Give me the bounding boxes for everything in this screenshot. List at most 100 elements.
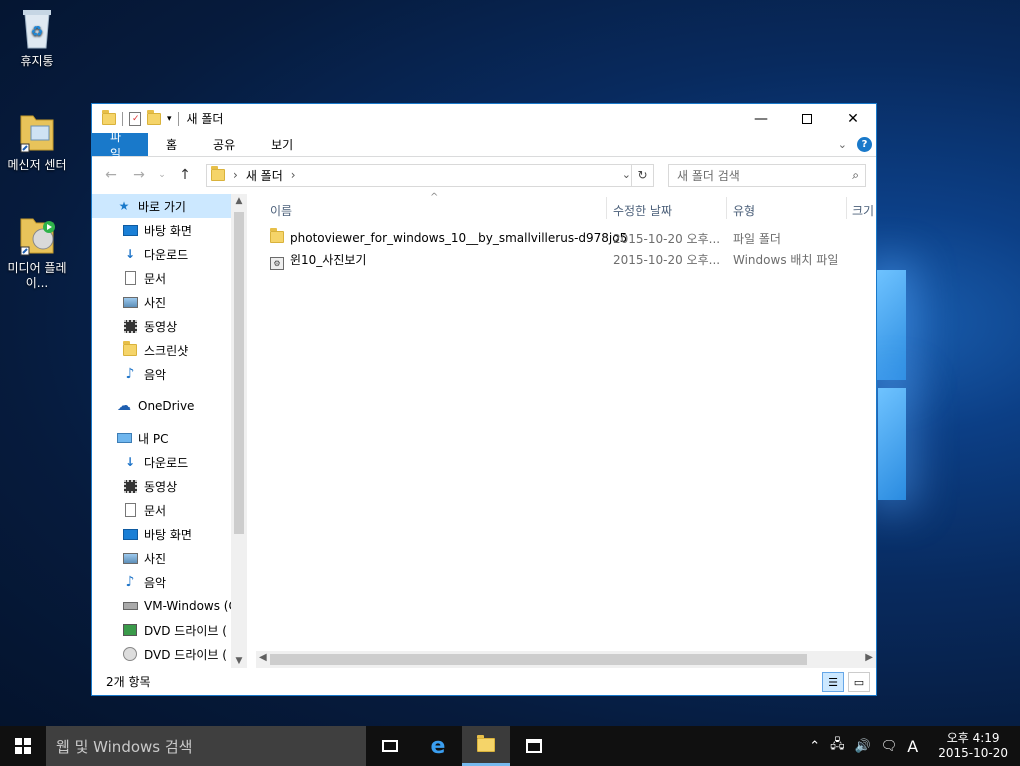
file-modified: 2015-10-20 오후... [613,232,721,246]
back-button[interactable]: ← [100,167,122,183]
window-title: 새 폴더 [186,112,224,126]
nav-onedrive[interactable]: ☁ OneDrive [92,394,247,418]
nav-item-pictures[interactable]: 사진📌 [92,290,247,314]
pictures-icon [122,551,138,565]
taskbar-search-placeholder: 웹 및 Windows 검색 [56,737,193,756]
media-player-label: 미디어 플레이... [7,261,67,290]
video-icon [122,319,138,333]
maximize-button[interactable] [784,104,830,133]
table-row[interactable]: photoviewer_for_windows_10__by_smallvill… [256,227,876,248]
batch-file-icon: ⚙ [270,257,284,270]
customize-qat-icon[interactable]: ▾ [167,114,172,124]
nav-item-screenshots[interactable]: 스크린샷 [92,338,247,362]
tab-view[interactable]: 보기 [253,133,311,156]
ime-indicator[interactable]: A [907,737,918,756]
star-icon: ★ [118,199,130,213]
up-button[interactable]: ↑ [174,167,196,183]
nav-item-videos[interactable]: 동영상 [92,314,247,338]
nav-item-drive-c[interactable]: VM-Windows (C [92,594,247,618]
file-modified: 2015-10-20 오후... [613,253,721,267]
music-icon: ♪ [125,574,135,590]
column-size[interactable]: 크기 [852,202,874,219]
nav-quick-access[interactable]: ★ 바로 가기 [92,194,247,218]
clock[interactable]: 오후 4:19 2015-10-20 [938,731,1008,761]
recent-locations-button[interactable]: ⌄ [156,170,168,180]
nav-item-dvd-drive-1[interactable]: DVD 드라이브 ( [92,618,247,642]
download-icon: ↓ [124,455,136,469]
action-center-icon[interactable]: 🗨 [881,739,898,754]
file-explorer-window: ✓ ▾ 새 폴더 — ✕ 파일 홈 공유 보기 ⌄ ? ← → ⌄ ↑ › 새 … [91,103,877,696]
video-icon [122,479,138,493]
ribbon-tabs: 파일 홈 공유 보기 ⌄ ? [92,130,876,161]
nav-item-downloads[interactable]: ↓ 다운로드📌 [92,242,247,266]
table-row[interactable]: ⚙ 윈10_사진보기 2015-10-20 오후... Windows 배치 파일 [256,248,876,270]
file-list: ^ 이름 수정한 날짜 유형 크기 photoviewer_for_window… [256,192,876,668]
nav-item-pc-pictures[interactable]: 사진 [92,546,247,570]
chevron-up-icon[interactable]: ⌃ [809,739,820,754]
refresh-button[interactable]: ↻ [631,164,653,186]
edge-browser-button[interactable]: e [414,726,462,766]
h-scroll-thumb[interactable] [270,654,807,665]
recycle-bin-icon[interactable]: ♻ 휴지통 [2,6,72,69]
download-icon: ↓ [124,247,136,261]
scroll-right-icon[interactable]: ▶ [865,652,873,663]
close-button[interactable]: ✕ [830,104,876,133]
new-folder-icon[interactable] [147,109,161,125]
clock-time: 오후 4:19 [946,731,1000,745]
windows-logo-wallpaper [876,240,1016,520]
nav-scroll-thumb[interactable] [234,212,244,534]
nav-item-pc-music[interactable]: ♪ 음악 [92,570,247,594]
media-player-icon[interactable]: 미디어 플레이... [2,213,72,291]
document-icon [122,503,138,517]
disc-icon [122,647,138,661]
file-explorer-button[interactable] [462,726,510,766]
nav-this-pc[interactable]: 내 PC [92,426,247,450]
nav-item-desktop[interactable]: 바탕 화면📌 [92,218,247,242]
nav-item-dvd-drive-2[interactable]: DVD 드라이브 ( [92,642,247,666]
expand-ribbon-icon[interactable]: ⌄ [838,138,847,151]
breadcrumb[interactable]: 새 폴더 [246,167,283,184]
nav-item-pc-downloads[interactable]: ↓ 다운로드 [92,450,247,474]
column-type[interactable]: 유형 [733,202,755,219]
nav-item-pc-desktop[interactable]: 바탕 화면 [92,522,247,546]
details-view-button[interactable]: ☰ [822,672,844,692]
store-button[interactable] [510,726,558,766]
file-type: Windows 배치 파일 [733,253,839,267]
help-icon[interactable]: ? [857,137,872,152]
horizontal-scrollbar[interactable]: ◀ ▶ [256,651,876,668]
forward-button[interactable]: → [128,167,150,183]
messenger-center-label: 메신저 센터 [7,158,67,172]
start-button[interactable] [0,726,46,766]
minimize-button[interactable]: — [738,104,784,133]
nav-scrollbar[interactable]: ▲ ▼ [231,194,247,668]
messenger-center-icon[interactable]: 메신저 센터 [2,110,72,173]
nav-item-documents[interactable]: 문서📌 [92,266,247,290]
column-headers: ^ 이름 수정한 날짜 유형 크기 [256,192,876,222]
taskbar-search-input[interactable]: 웹 및 Windows 검색 [46,726,366,766]
scroll-left-icon[interactable]: ◀ [259,652,267,663]
folder-icon [211,166,225,181]
title-bar[interactable]: ✓ ▾ 새 폴더 — ✕ [92,104,876,133]
column-name[interactable]: 이름 [270,202,292,219]
task-view-button[interactable] [366,726,414,766]
search-input[interactable]: 새 폴더 검색 ⌕ [668,163,866,187]
address-bar[interactable]: › 새 폴더 › ⌄ ↻ [206,163,654,187]
nav-item-pc-videos[interactable]: 동영상 [92,474,247,498]
properties-icon[interactable]: ✓ [129,111,141,126]
pictures-icon [122,295,138,309]
search-icon[interactable]: ⌕ [852,168,859,183]
address-dropdown-icon[interactable]: ⌄ [622,168,631,181]
tab-file[interactable]: 파일 [92,130,148,161]
scroll-down-icon[interactable]: ▼ [231,656,247,666]
nav-item-pc-documents[interactable]: 문서 [92,498,247,522]
tab-home[interactable]: 홈 [148,133,195,156]
computer-icon [116,431,132,445]
scroll-up-icon[interactable]: ▲ [231,196,247,206]
nav-item-music[interactable]: ♪ 음악 [92,362,247,386]
tab-share[interactable]: 공유 [195,133,253,156]
column-modified[interactable]: 수정한 날짜 [613,202,672,219]
chevron-right-icon[interactable]: › [291,168,296,182]
volume-icon[interactable]: 🔊 [855,739,871,754]
network-icon[interactable]: 🖧 [830,735,845,757]
large-icons-view-button[interactable]: ▭ [848,672,870,692]
